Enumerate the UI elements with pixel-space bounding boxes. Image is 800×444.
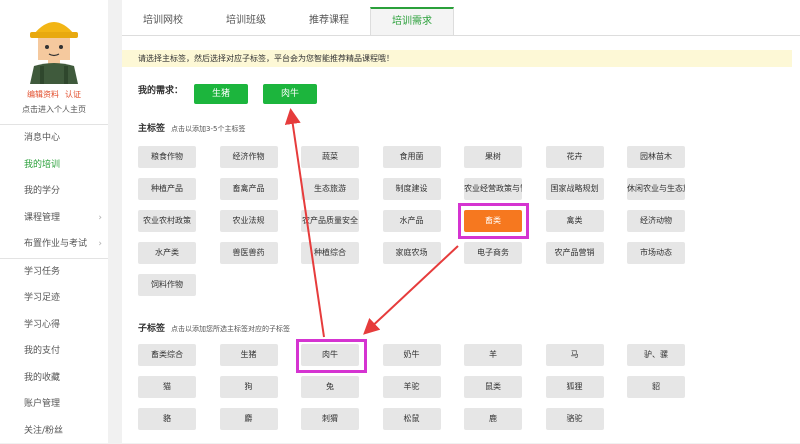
sidebar-item-learning-notes[interactable]: 学习心得: [0, 312, 108, 339]
sidebar-item-label: 布置作业与考试: [24, 239, 87, 249]
sidebar-item-my-payments[interactable]: 我的支付: [0, 338, 108, 365]
sidebar-item-label: 课程管理: [24, 213, 60, 223]
sidebar: 编辑资料认证 点击进入个人主页 消息中心 我的培训 我的学分 课程管理 › 布置作…: [0, 0, 108, 443]
personal-home-link[interactable]: 点击进入个人主页: [0, 104, 108, 115]
sidebar-item-my-credits[interactable]: 我的学分: [0, 178, 108, 205]
edit-profile-link[interactable]: 编辑资料: [27, 90, 59, 99]
sidebar-item-learning-footprints[interactable]: 学习足迹: [0, 285, 108, 312]
sidebar-item-account-management[interactable]: 账户管理: [0, 391, 108, 418]
sidebar-nav: 消息中心 我的培训 我的学分 课程管理› 布置作业与考试› 学习任务 学习足迹 …: [0, 124, 108, 444]
main-panel: 培训网校 培训班级 推荐课程 培训需求 请选择主标签，然后选择对应子标签，平台会…: [122, 0, 800, 443]
arrow-sub-to-need: [291, 112, 324, 337]
sidebar-item-learning-tasks[interactable]: 学习任务: [0, 259, 108, 286]
sidebar-item-assignments-exams[interactable]: 布置作业与考试 ›: [0, 231, 108, 258]
verify-link[interactable]: 认证: [65, 90, 81, 99]
sidebar-item-course-management[interactable]: 课程管理 ›: [0, 205, 108, 232]
annotation-arrows: [122, 0, 800, 443]
sidebar-item-my-training[interactable]: 我的培训: [0, 152, 108, 179]
sidebar-item-messages[interactable]: 消息中心: [0, 125, 108, 152]
sidebar-item-follow-fans[interactable]: 关注/粉丝: [0, 418, 108, 444]
chevron-right-icon: ›: [98, 231, 102, 258]
avatar[interactable]: [20, 12, 88, 84]
arrow-main-to-sub: [366, 246, 458, 332]
farmer-avatar-icon: [20, 12, 88, 84]
chevron-right-icon: ›: [98, 205, 102, 232]
sidebar-item-my-favorites[interactable]: 我的收藏: [0, 365, 108, 392]
profile-links: 编辑资料认证: [0, 89, 108, 100]
